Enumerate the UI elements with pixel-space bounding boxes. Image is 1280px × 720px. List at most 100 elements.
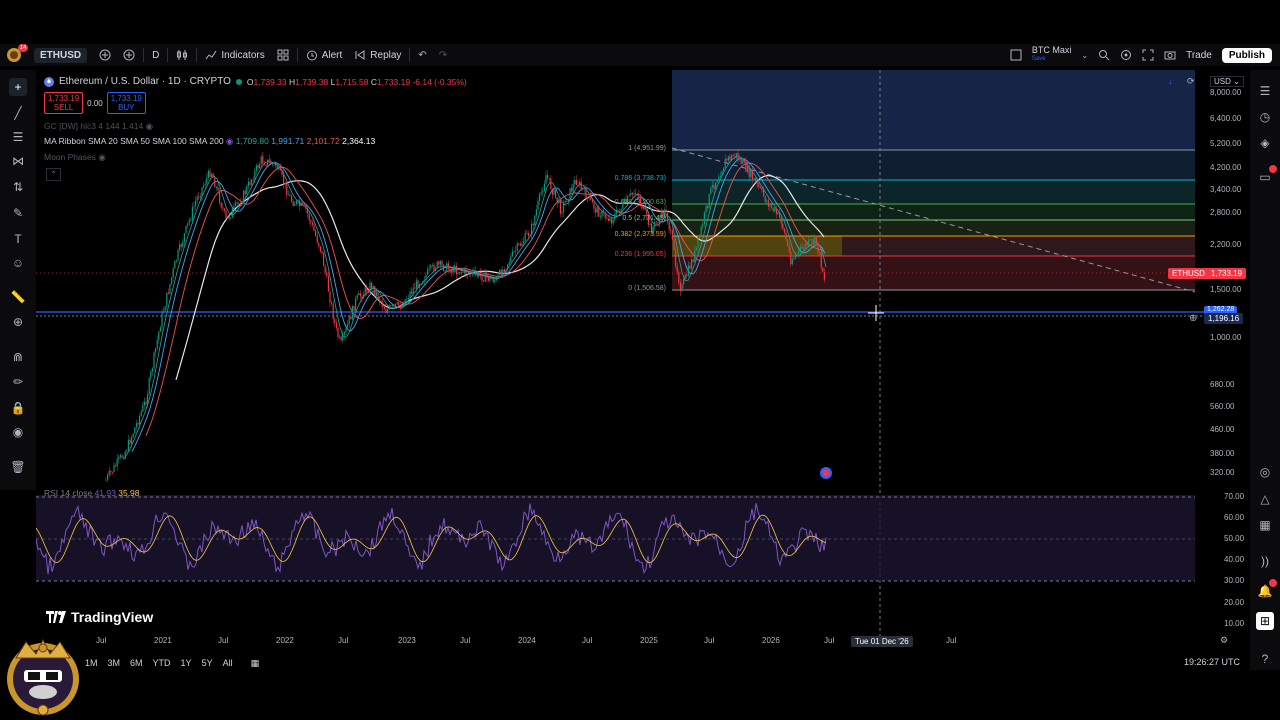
candle-body [107, 475, 109, 480]
interval-button[interactable]: D [146, 44, 165, 66]
fib-label: 0.236 (1,995.05) [614, 251, 666, 258]
bottom-toolbar: 1M 3M 6M YTD 1Y 5Y All ▦ [80, 655, 1250, 671]
range-button-5y[interactable]: 5Y [197, 658, 218, 668]
pencil-lock-icon[interactable]: ✏ [9, 373, 27, 391]
indicators-button[interactable]: Indicators [199, 44, 270, 66]
price-chart[interactable] [36, 70, 1246, 650]
help-icon[interactable]: ? [1256, 650, 1274, 668]
candle-body [793, 257, 795, 260]
symbol-search[interactable]: ETHUSD [34, 47, 88, 63]
candle-body [479, 272, 481, 276]
chevron-down-icon[interactable]: ⌄ [1081, 51, 1088, 60]
text-icon[interactable]: T [9, 230, 27, 248]
emoji-icon[interactable]: ☺ [9, 254, 27, 272]
layout-name[interactable]: BTC Maxi Save [1032, 46, 1072, 64]
fib-icon[interactable]: ☰ [9, 128, 27, 146]
publish-button[interactable]: Publish [1221, 47, 1272, 63]
candle-body [491, 276, 493, 279]
date-range-icon[interactable]: ▦ [246, 658, 265, 669]
trendline-icon[interactable]: ╱ [9, 104, 27, 122]
candle-body [339, 336, 341, 338]
candle-body [668, 221, 670, 230]
candle-body [318, 242, 320, 247]
sell-button[interactable]: 1,733.19 SELL [44, 92, 84, 114]
rsi-legend[interactable]: RSI 14 close 41.93 35.98 [44, 488, 140, 498]
templates-icon[interactable] [271, 44, 295, 66]
scroll-latest-icon[interactable]: ↓ [1168, 76, 1173, 86]
moon-phases-legend[interactable]: Moon Phases ◉ [44, 152, 106, 163]
eye-icon[interactable]: ◉ [9, 423, 27, 441]
layers-icon[interactable]: ◈ [1256, 134, 1274, 152]
bell-icon[interactable]: 🔔 [1256, 579, 1277, 600]
crosshair-icon[interactable]: + [9, 78, 27, 96]
trash-icon[interactable]: 🗑 [9, 458, 27, 476]
magnet-icon[interactable]: ⋒ [9, 348, 27, 366]
target-icon[interactable]: ◎ [1256, 463, 1274, 481]
calendar-icon[interactable]: ▦ [1256, 516, 1274, 534]
eye-off-icon[interactable]: ◉ [146, 121, 153, 131]
price-tick: 3,400.00 [1210, 185, 1242, 194]
avatar-icon[interactable]: 14 [0, 44, 28, 66]
ohlc-values: O1,739.33 H1,739.38 L1,715.58 C1,733.19 … [246, 76, 467, 87]
watchlist-icon[interactable]: ☰ [1256, 82, 1274, 100]
ruler-icon[interactable]: 📏 [9, 288, 27, 306]
chart-area[interactable]: Ethereum / U.S. Dollar · 1D · CRYPTO O1,… [36, 70, 1247, 650]
gear-icon[interactable] [1120, 49, 1132, 61]
layout-save-status: Save [1031, 56, 1046, 62]
range-button-all[interactable]: All [218, 658, 238, 668]
fullscreen-icon[interactable] [1142, 49, 1154, 61]
add-alert-icon[interactable]: ⊕ [1189, 313, 1197, 324]
zoom-icon[interactable]: ⊕ [9, 313, 27, 331]
compare-icon[interactable] [93, 44, 117, 66]
axis-settings-icon[interactable]: ⚙ [1220, 635, 1228, 646]
layout-icon[interactable] [1010, 49, 1022, 61]
trade-button[interactable]: Trade [1186, 50, 1212, 61]
broadcast-icon[interactable]: )) [1256, 552, 1274, 570]
lock-icon[interactable]: 🔒 [9, 399, 27, 417]
eye-off-icon[interactable]: ◉ [98, 152, 105, 162]
event-flag-icon[interactable] [820, 467, 832, 479]
undo-icon[interactable]: ↶ [412, 44, 432, 66]
candle-body [353, 305, 355, 311]
chat-icon[interactable]: ▭ [1256, 165, 1277, 186]
candle-body [233, 205, 235, 209]
pattern-icon[interactable]: ⋈ [9, 152, 27, 170]
apps-grid-icon[interactable]: ⊞ [1256, 612, 1274, 630]
search-icon[interactable] [1098, 49, 1110, 61]
camera-icon[interactable] [1164, 49, 1176, 61]
refresh-icon[interactable]: ⟳ [1187, 76, 1195, 87]
range-button-6m[interactable]: 6M [125, 658, 148, 668]
settings-icon[interactable]: ◉ [226, 136, 233, 146]
range-button-1y[interactable]: 1Y [176, 658, 197, 668]
candle-body [777, 212, 779, 215]
candle-body [563, 202, 565, 213]
add-symbol-icon[interactable] [117, 44, 141, 66]
clock-icon[interactable]: ◷ [1256, 108, 1274, 126]
candle-body [393, 304, 395, 306]
clock-display[interactable]: 19:26:27 UTC [1184, 657, 1240, 667]
candles-icon[interactable] [170, 44, 194, 66]
candle-body [351, 305, 353, 320]
range-button-ytd[interactable]: YTD [148, 658, 176, 668]
ideas-icon[interactable]: △ [1256, 490, 1274, 508]
buy-button[interactable]: 1,733.19 BUY [106, 92, 146, 114]
candle-body [566, 200, 568, 202]
redo-icon[interactable]: ↷ [433, 44, 453, 66]
replay-button[interactable]: Replay [348, 44, 407, 66]
currency-select[interactable]: USD ⌄ [1210, 76, 1244, 87]
candle-body [166, 292, 168, 307]
candle-body [124, 451, 126, 459]
candle-body [607, 218, 609, 221]
prediction-icon[interactable]: ⇅ [9, 178, 27, 196]
ma-ribbon-legend[interactable]: MA Ribbon SMA 20 SMA 50 SMA 100 SMA 200 … [44, 136, 375, 147]
alert-button[interactable]: Alert [300, 44, 349, 66]
candle-body [478, 272, 480, 277]
collapse-legend-icon[interactable]: ⌃ [46, 168, 62, 181]
candle-body [595, 208, 597, 213]
brush-icon[interactable]: ✎ [9, 204, 27, 222]
candle-body [486, 272, 488, 278]
candle-body [515, 250, 517, 252]
gc-indicator-legend[interactable]: GC [DW] hlc3 4 144 1.414 ◉ [44, 121, 153, 132]
candle-body [481, 275, 483, 281]
range-button-3m[interactable]: 3M [103, 658, 126, 668]
